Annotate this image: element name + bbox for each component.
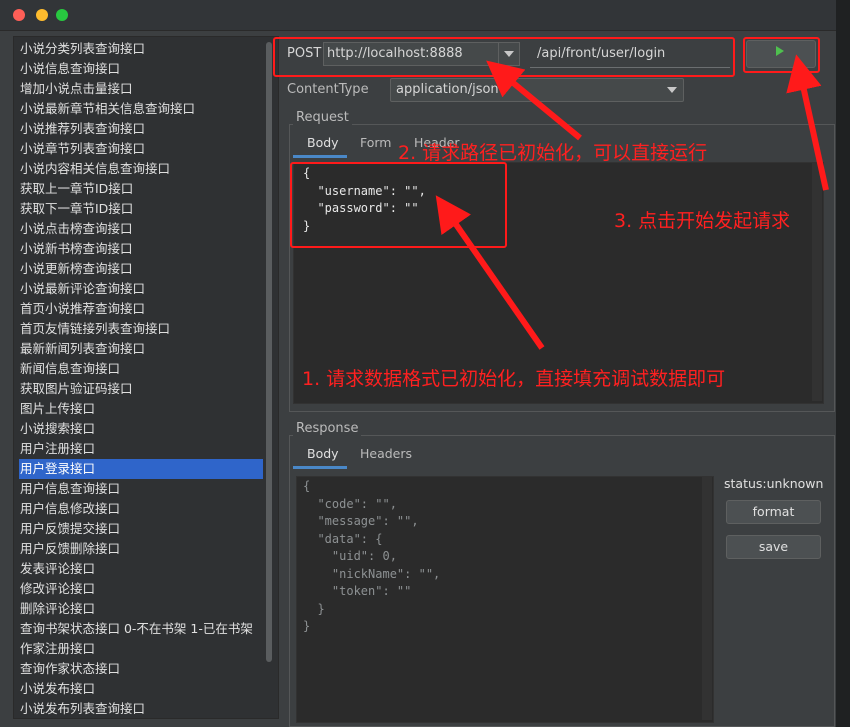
arrow-step3 (786, 54, 829, 191)
arrow-step2 (486, 60, 582, 141)
annotation-step3: 3. 点击开始发起请求 (614, 210, 791, 232)
annotation-step1: 1. 请求数据格式已初始化，直接填充调试数据即可 (302, 368, 726, 390)
arrow-step1 (435, 195, 545, 350)
annotation-step2: 2. 请求路径已初始化，可以直接运行 (398, 142, 708, 164)
